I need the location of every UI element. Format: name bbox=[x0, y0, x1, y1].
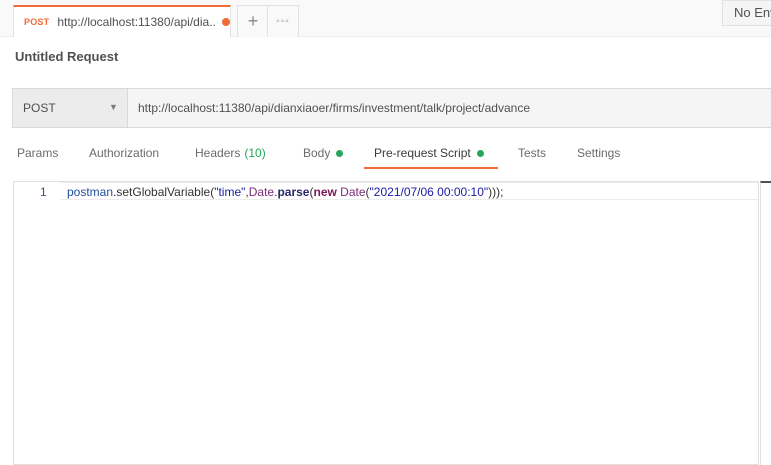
tab-label: Tests bbox=[518, 146, 547, 160]
ellipsis-icon: ◦◦◦ bbox=[276, 16, 290, 27]
tab-label: Body bbox=[303, 146, 331, 160]
tab-options-button[interactable]: ◦◦◦ bbox=[267, 5, 299, 37]
tab-params[interactable]: Params bbox=[17, 146, 58, 160]
code-token: postman bbox=[67, 185, 114, 199]
code-token: "time" bbox=[214, 185, 246, 199]
request-tab-method: POST bbox=[24, 17, 50, 27]
code-token: parse bbox=[277, 185, 310, 199]
chevron-down-icon: ▼ bbox=[109, 102, 118, 112]
request-tabs: Params Authorization Headers (10) Body P… bbox=[0, 140, 771, 170]
url-bar: POST ▼ http://localhost:11380/api/dianxi… bbox=[12, 88, 771, 128]
editor-gutter: 1 bbox=[14, 182, 60, 464]
method-label: POST bbox=[23, 101, 56, 115]
code-token: ))); bbox=[488, 185, 504, 199]
code-token: Date bbox=[248, 185, 275, 199]
tab-label: Authorization bbox=[89, 146, 160, 160]
code-token: Date bbox=[340, 185, 366, 199]
script-editor[interactable]: 1 postman.setGlobalVariable("time",Date.… bbox=[13, 181, 759, 465]
side-panel-edge bbox=[760, 181, 771, 465]
plus-icon: + bbox=[247, 11, 259, 31]
code-token: "2021/07/06 00:00:10" bbox=[369, 185, 489, 199]
tab-label: Headers bbox=[195, 146, 241, 160]
environment-selector[interactable]: No Env bbox=[722, 0, 771, 26]
new-tab-button[interactable]: + bbox=[237, 5, 269, 37]
url-input[interactable]: http://localhost:11380/api/dianxiaoer/fi… bbox=[128, 89, 771, 127]
tab-pre-request-script[interactable]: Pre-request Script bbox=[374, 146, 484, 160]
tab-label: Pre-request Script bbox=[374, 146, 471, 160]
code-line[interactable]: postman.setGlobalVariable("time",Date.pa… bbox=[67, 185, 503, 199]
script-indicator-dot bbox=[476, 149, 484, 157]
method-dropdown[interactable]: POST ▼ bbox=[13, 89, 128, 127]
code-token: .setGlobalVariable( bbox=[113, 185, 215, 199]
headers-count: (10) bbox=[244, 146, 266, 160]
request-tab-url: http://localhost:11380/api/dia... bbox=[57, 15, 218, 29]
request-tab[interactable]: POST http://localhost:11380/api/dia... bbox=[13, 5, 231, 37]
active-tab-underline bbox=[364, 167, 498, 169]
tab-settings[interactable]: Settings bbox=[577, 146, 620, 160]
tab-authorization[interactable]: Authorization bbox=[89, 146, 159, 160]
body-indicator-dot bbox=[336, 149, 344, 157]
request-title[interactable]: Untitled Request bbox=[15, 49, 118, 64]
line-number: 1 bbox=[40, 185, 47, 199]
code-token: new bbox=[313, 185, 337, 199]
tab-body[interactable]: Body bbox=[303, 146, 344, 160]
tab-headers[interactable]: Headers (10) bbox=[195, 146, 266, 160]
request-tab-strip: POST http://localhost:11380/api/dia... +… bbox=[0, 0, 771, 37]
tab-tests[interactable]: Tests bbox=[518, 146, 546, 160]
unsaved-changes-dot bbox=[222, 18, 230, 26]
tab-label: Params bbox=[17, 146, 59, 160]
tab-label: Settings bbox=[577, 146, 621, 160]
